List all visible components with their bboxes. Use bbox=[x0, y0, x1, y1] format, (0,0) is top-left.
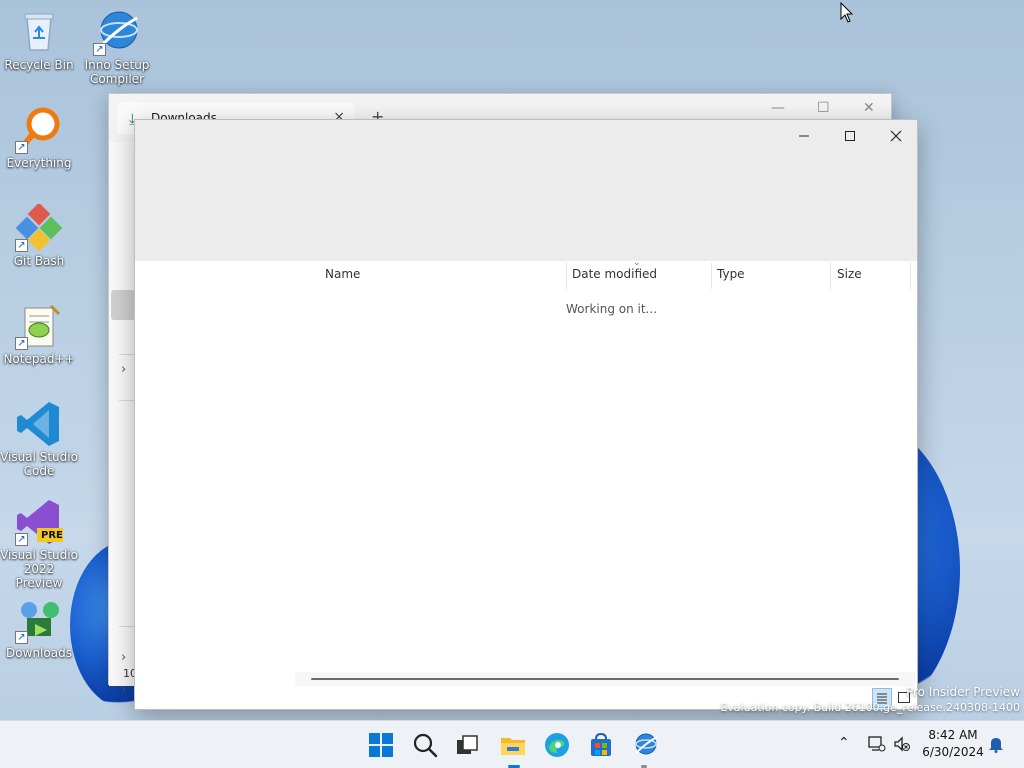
shortcut-arrow-icon: ↗ bbox=[15, 337, 28, 350]
column-separator[interactable] bbox=[830, 263, 831, 289]
desktop-icon-label: Downloads bbox=[6, 646, 72, 660]
show-hidden-icons-chevron-icon[interactable]: ⌃ bbox=[838, 735, 850, 751]
desktop-icon-notepad-plus-plus[interactable]: ↗ Notepad++ bbox=[0, 302, 78, 366]
scrollbar-thumb[interactable] bbox=[311, 678, 899, 680]
shortcut-arrow-icon: ↗ bbox=[15, 533, 28, 546]
shortcut-arrow-icon: ↗ bbox=[15, 631, 28, 644]
desktop-icon-label: Recycle Bin bbox=[4, 58, 74, 72]
store-bag-icon bbox=[591, 732, 611, 756]
desktop-icon-label: Visual Studio 2022 Preview bbox=[0, 548, 78, 590]
downloads-folder-icon: ↗ bbox=[15, 596, 63, 644]
taskbar-edge[interactable] bbox=[543, 731, 571, 759]
network-status-icon[interactable] bbox=[866, 735, 886, 757]
desktop-icon-label: Everything bbox=[6, 156, 72, 170]
volume-muted-icon[interactable] bbox=[893, 735, 911, 757]
folder-icon bbox=[501, 738, 525, 755]
shortcut-arrow-icon: ↗ bbox=[15, 141, 28, 154]
minimize-button[interactable] bbox=[781, 124, 827, 150]
loading-status-message: Working on it... bbox=[566, 302, 658, 316]
column-header-type[interactable]: Type bbox=[717, 267, 745, 281]
watermark-edition: Pro Insider Preview bbox=[905, 685, 1020, 699]
chevron-right-icon[interactable]: › bbox=[121, 682, 126, 697]
desktop-icon-vscode[interactable]: Visual Studio Code bbox=[0, 400, 78, 478]
pre-badge: PRE bbox=[41, 530, 63, 541]
minimize-button[interactable]: — bbox=[771, 100, 785, 116]
column-header-name[interactable]: Name bbox=[325, 267, 360, 281]
desktop-icon-everything[interactable]: ↗ Everything bbox=[0, 106, 78, 170]
search-icon bbox=[413, 733, 438, 758]
maximize-button[interactable]: ☐ bbox=[817, 100, 830, 116]
vscode-icon bbox=[15, 400, 63, 448]
mouse-pointer-icon bbox=[840, 1, 854, 27]
taskbar-microsoft-store[interactable] bbox=[587, 731, 615, 759]
inno-setup-icon: ↗ bbox=[93, 8, 141, 56]
desktop-icon-label: Notepad++ bbox=[3, 352, 75, 366]
desktop-icon-git-bash[interactable]: ↗ Git Bash bbox=[0, 202, 78, 268]
explorer-window-foreground[interactable]: ⌄ Name Date modified Type Size Working o… bbox=[134, 119, 918, 710]
nav-divider bbox=[119, 354, 135, 355]
desktop-icon-label: Inno Setup Compiler bbox=[84, 58, 150, 86]
nav-divider bbox=[119, 400, 135, 401]
desktop-icon-label: Git Bash bbox=[13, 254, 65, 268]
notification-bell-icon[interactable] bbox=[988, 735, 1004, 757]
taskbar-inno-setup[interactable] bbox=[631, 731, 659, 759]
everything-search-icon: ↗ bbox=[15, 106, 63, 154]
edge-browser-icon bbox=[545, 733, 569, 757]
shortcut-arrow-icon: ↗ bbox=[93, 43, 106, 56]
nav-divider bbox=[119, 626, 135, 627]
horizontal-scrollbar[interactable] bbox=[295, 672, 915, 686]
clock-time: 8:42 AM bbox=[928, 728, 978, 742]
shortcut-arrow-icon: ↗ bbox=[15, 239, 28, 252]
system-clock[interactable]: 8:42 AM 6/30/2024 bbox=[918, 727, 988, 761]
navigation-pane: › › › bbox=[109, 142, 135, 697]
chevron-right-icon[interactable]: › bbox=[121, 650, 126, 665]
taskbar: ⌃ 8:42 AM 6/30/2024 bbox=[0, 720, 1024, 768]
column-header-date-modified[interactable]: Date modified bbox=[572, 267, 657, 281]
desktop-icon-label: Visual Studio Code bbox=[0, 450, 78, 478]
column-separator[interactable] bbox=[566, 263, 567, 289]
taskbar-file-explorer[interactable] bbox=[499, 731, 527, 759]
maximize-button[interactable] bbox=[827, 124, 873, 150]
column-header-size[interactable]: Size bbox=[837, 267, 862, 281]
desktop-icon-inno-setup[interactable]: ↗ Inno Setup Compiler bbox=[78, 8, 156, 86]
inno-setup-icon bbox=[635, 733, 658, 755]
clock-date: 6/30/2024 bbox=[922, 745, 984, 759]
task-view-icon bbox=[457, 735, 478, 754]
windows-logo-icon bbox=[369, 733, 393, 757]
desktop-icon-downloads[interactable]: ↗ Downloads bbox=[0, 596, 78, 660]
task-view-button[interactable] bbox=[453, 731, 481, 759]
close-button[interactable]: ✕ bbox=[863, 100, 875, 116]
column-separator[interactable] bbox=[910, 263, 911, 289]
watermark-build: Evaluation copy. Build 26100.ge_release.… bbox=[720, 701, 1020, 714]
nav-selected-item[interactable] bbox=[111, 290, 135, 320]
git-bash-icon: ↗ bbox=[15, 202, 63, 252]
notepad-plus-plus-icon: ↗ bbox=[15, 302, 63, 350]
desktop-icon-recycle-bin[interactable]: Recycle Bin bbox=[0, 8, 78, 72]
desktop-icon-visual-studio-preview[interactable]: PRE ↗ Visual Studio 2022 Preview bbox=[0, 498, 78, 590]
start-button[interactable] bbox=[367, 731, 395, 759]
close-button[interactable] bbox=[873, 124, 919, 150]
column-separator[interactable] bbox=[711, 263, 712, 289]
visual-studio-preview-icon: PRE ↗ bbox=[15, 498, 63, 546]
recycle-bin-icon bbox=[15, 8, 63, 56]
search-button[interactable] bbox=[411, 731, 439, 759]
chevron-right-icon[interactable]: › bbox=[121, 362, 126, 377]
